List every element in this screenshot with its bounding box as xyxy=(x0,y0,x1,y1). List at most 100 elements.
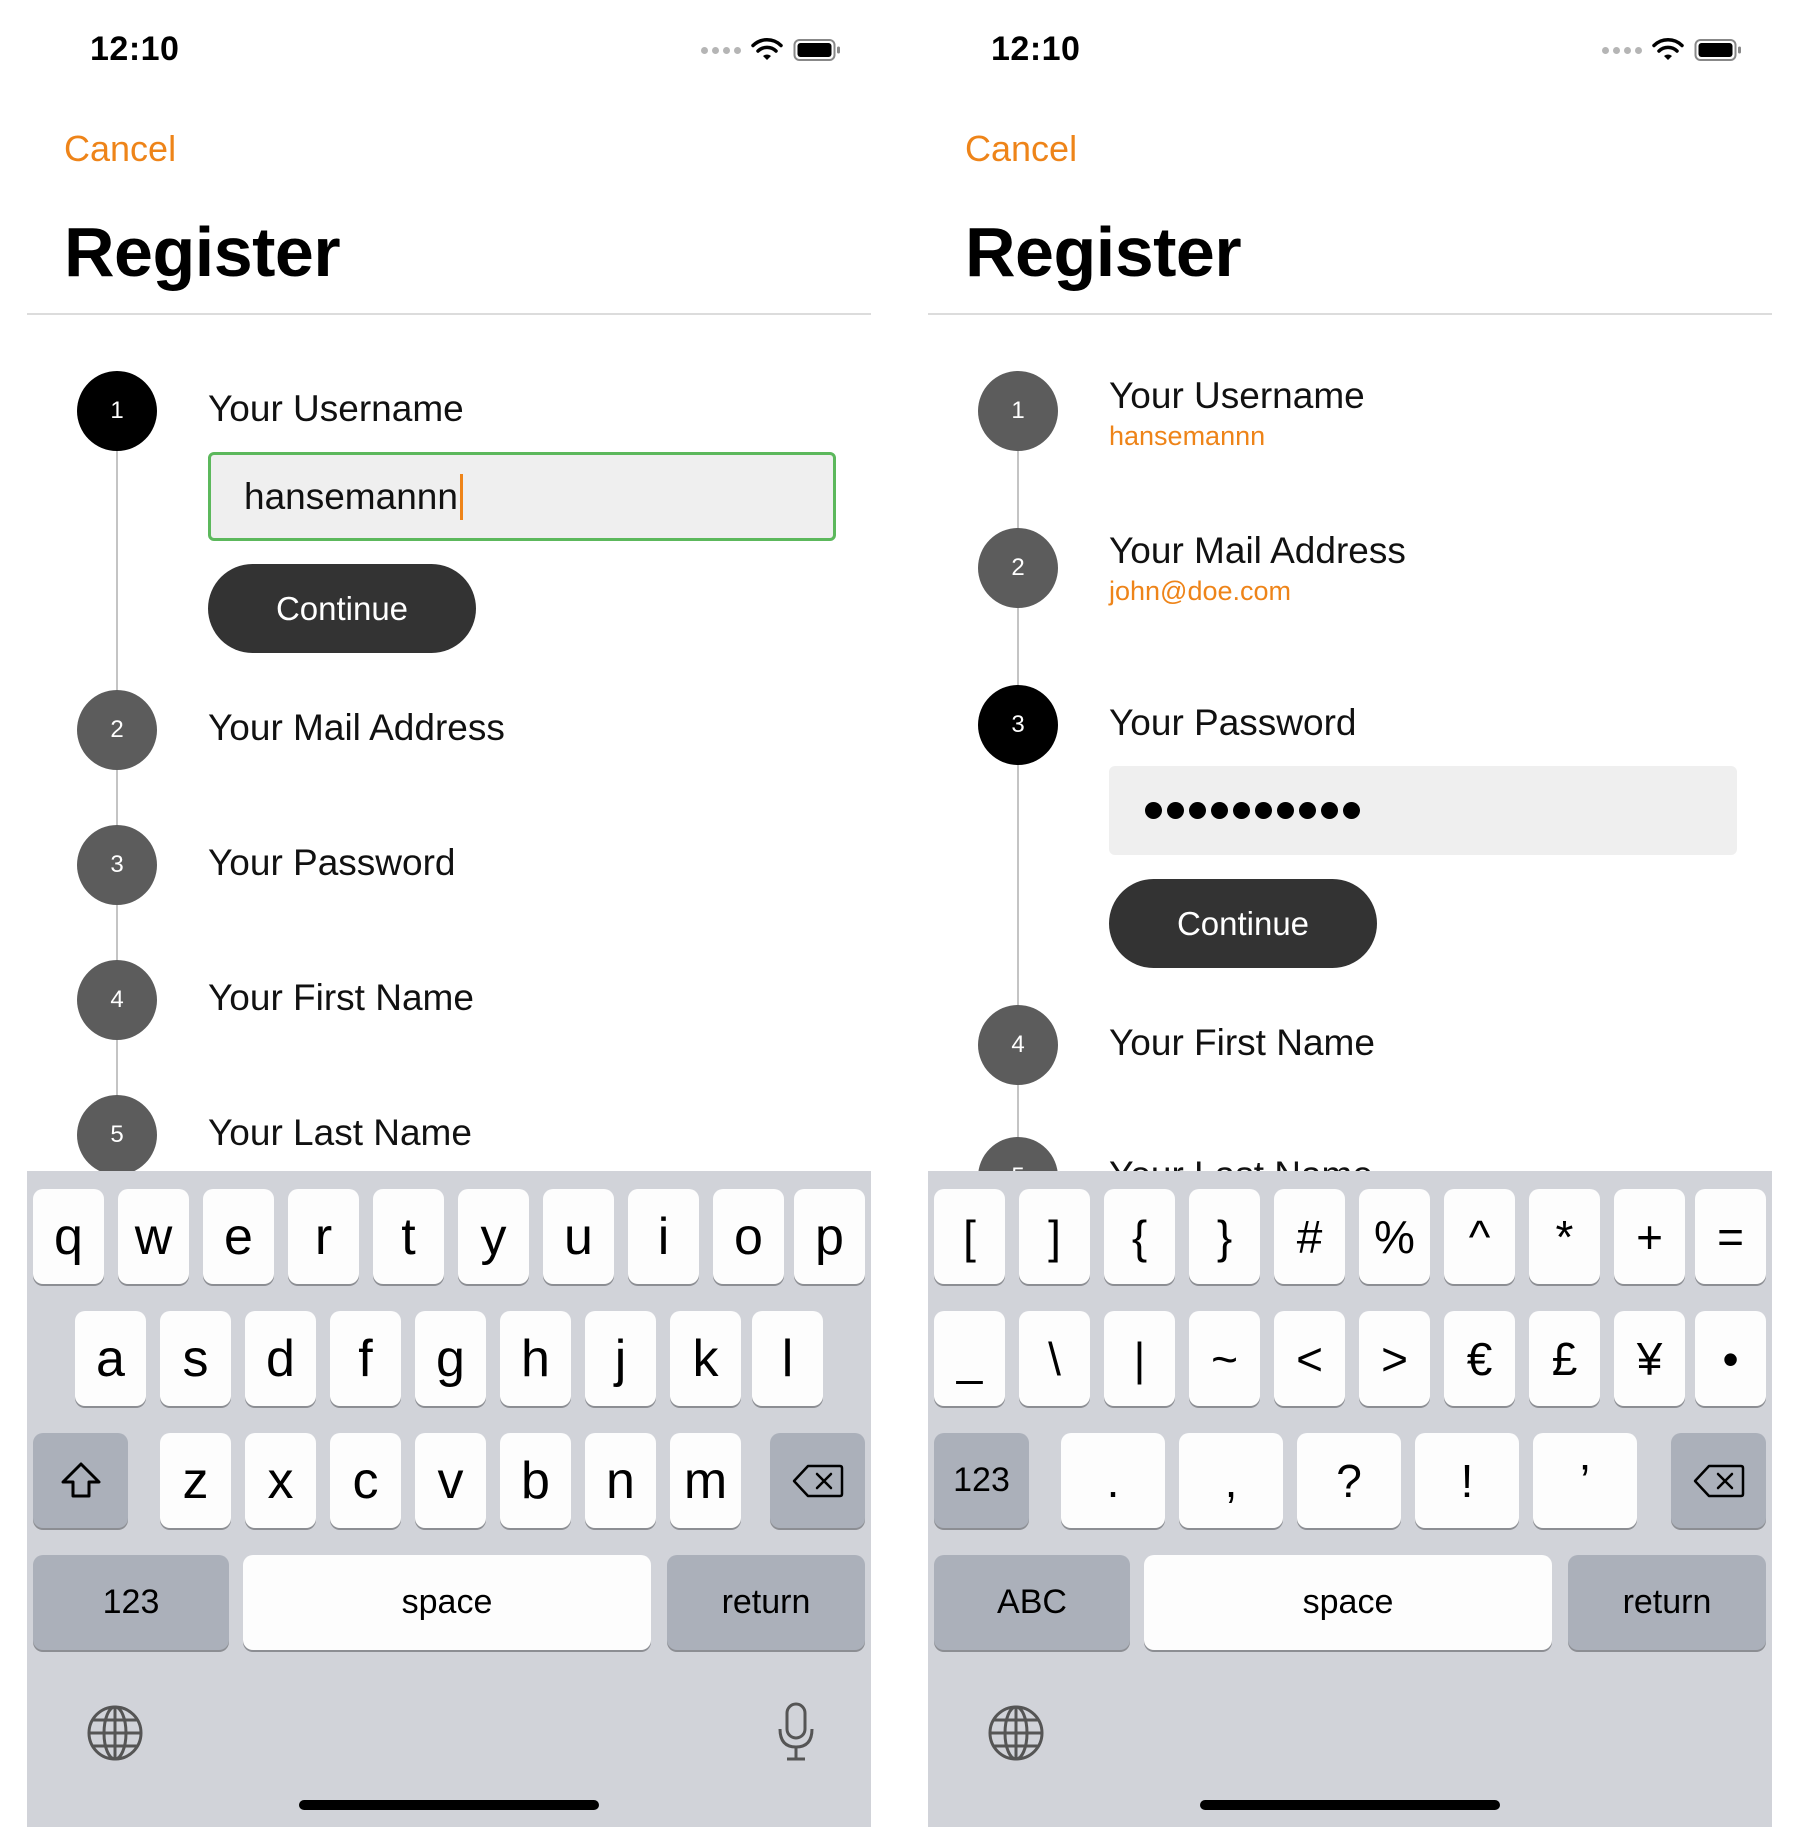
key-t[interactable]: t xyxy=(373,1189,444,1284)
key-caret[interactable]: ^ xyxy=(1444,1189,1515,1284)
cancel-button[interactable]: Cancel xyxy=(64,128,176,170)
key-period[interactable]: . xyxy=(1061,1433,1165,1528)
step-number-badge: 2 xyxy=(978,528,1058,608)
continue-button[interactable]: Continue xyxy=(1109,879,1377,968)
key-h[interactable]: h xyxy=(500,1311,571,1406)
key-u[interactable]: u xyxy=(543,1189,614,1284)
key-d[interactable]: d xyxy=(245,1311,316,1406)
key-bullet[interactable]: • xyxy=(1695,1311,1766,1406)
key-tilde[interactable]: ~ xyxy=(1189,1311,1260,1406)
key-underscore[interactable]: _ xyxy=(934,1311,1005,1406)
globe-icon[interactable] xyxy=(986,1703,1046,1763)
key-asterisk[interactable]: * xyxy=(1529,1189,1600,1284)
text-cursor xyxy=(459,473,463,520)
status-bar: 12:10 xyxy=(27,0,871,100)
step-value: hansemannn xyxy=(1109,421,1266,451)
key-apostrophe[interactable]: ’ xyxy=(1533,1433,1637,1528)
shift-key[interactable] xyxy=(33,1433,128,1528)
cellular-signal-icon xyxy=(1602,46,1642,54)
letters-mode-key[interactable]: ABC xyxy=(934,1555,1130,1650)
step-number-badge: 3 xyxy=(978,685,1058,765)
key-hash[interactable]: # xyxy=(1274,1189,1345,1284)
key-equals[interactable]: = xyxy=(1695,1189,1766,1284)
password-dot xyxy=(1233,802,1250,819)
key-euro[interactable]: € xyxy=(1444,1311,1515,1406)
phone-screen-username-step: 12:10 Cancel Register 1 Your Username ha… xyxy=(27,0,871,1827)
battery-icon xyxy=(793,39,840,61)
key-q[interactable]: q xyxy=(33,1189,104,1284)
key-p[interactable]: p xyxy=(794,1189,865,1284)
key-c[interactable]: c xyxy=(330,1433,401,1528)
key-m[interactable]: m xyxy=(670,1433,741,1528)
password-masked-value xyxy=(1145,802,1360,819)
delete-key[interactable] xyxy=(770,1433,865,1528)
key-greater-than[interactable]: > xyxy=(1359,1311,1430,1406)
key-l[interactable]: l xyxy=(752,1311,823,1406)
key-b[interactable]: b xyxy=(500,1433,571,1528)
key-o[interactable]: o xyxy=(713,1189,784,1284)
password-dot xyxy=(1277,802,1294,819)
key-e[interactable]: e xyxy=(203,1189,274,1284)
status-icons xyxy=(1602,36,1742,64)
return-key[interactable]: return xyxy=(667,1555,865,1650)
registration-stepper: 1 Your Username hansemannn 2 Your Mail A… xyxy=(928,316,1772,1176)
key-right-brace[interactable]: } xyxy=(1189,1189,1260,1284)
key-r[interactable]: r xyxy=(288,1189,359,1284)
password-dot xyxy=(1321,802,1338,819)
space-key[interactable]: space xyxy=(243,1555,651,1650)
key-k[interactable]: k xyxy=(670,1311,741,1406)
key-a[interactable]: a xyxy=(75,1311,146,1406)
key-g[interactable]: g xyxy=(415,1311,486,1406)
key-left-bracket[interactable]: [ xyxy=(934,1189,1005,1284)
password-dot xyxy=(1189,802,1206,819)
title-divider xyxy=(928,313,1772,315)
key-z[interactable]: z xyxy=(160,1433,231,1528)
key-pipe[interactable]: | xyxy=(1104,1311,1175,1406)
home-indicator xyxy=(299,1800,599,1810)
step-number-badge: 2 xyxy=(77,690,157,770)
password-dot xyxy=(1255,802,1272,819)
key-x[interactable]: x xyxy=(245,1433,316,1528)
delete-key[interactable] xyxy=(1671,1433,1766,1528)
password-input[interactable] xyxy=(1109,766,1737,855)
wifi-icon xyxy=(751,38,783,60)
return-key[interactable]: return xyxy=(1568,1555,1766,1650)
key-n[interactable]: n xyxy=(585,1433,656,1528)
key-right-bracket[interactable]: ] xyxy=(1019,1189,1090,1284)
home-indicator xyxy=(1200,1800,1500,1810)
keyboard-letters: q w e r t y u i o p a s d f g h j k l z … xyxy=(27,1171,871,1827)
key-backslash[interactable]: \ xyxy=(1019,1311,1090,1406)
microphone-icon[interactable] xyxy=(776,1701,816,1763)
space-key[interactable]: space xyxy=(1144,1555,1552,1650)
key-yen[interactable]: ¥ xyxy=(1614,1311,1685,1406)
password-dot xyxy=(1211,802,1228,819)
page-title: Register xyxy=(965,213,1242,291)
key-w[interactable]: w xyxy=(118,1189,189,1284)
key-pound[interactable]: £ xyxy=(1529,1311,1600,1406)
key-s[interactable]: s xyxy=(160,1311,231,1406)
username-input[interactable]: hansemannn xyxy=(208,452,836,541)
numbers-mode-key[interactable]: 123 xyxy=(934,1433,1029,1528)
key-v[interactable]: v xyxy=(415,1433,486,1528)
key-i[interactable]: i xyxy=(628,1189,699,1284)
key-plus[interactable]: + xyxy=(1614,1189,1685,1284)
stepper-connector-line xyxy=(116,396,118,1176)
key-j[interactable]: j xyxy=(585,1311,656,1406)
status-bar: 12:10 xyxy=(928,0,1772,100)
key-question[interactable]: ? xyxy=(1297,1433,1401,1528)
step-label: Your Username xyxy=(208,388,464,429)
key-less-than[interactable]: < xyxy=(1274,1311,1345,1406)
key-f[interactable]: f xyxy=(330,1311,401,1406)
numbers-mode-key[interactable]: 123 xyxy=(33,1555,229,1650)
key-y[interactable]: y xyxy=(458,1189,529,1284)
step-number-badge: 1 xyxy=(77,371,157,451)
cancel-button[interactable]: Cancel xyxy=(965,128,1077,170)
continue-button[interactable]: Continue xyxy=(208,564,476,653)
key-comma[interactable]: , xyxy=(1179,1433,1283,1528)
step-number-badge: 5 xyxy=(77,1095,157,1175)
key-left-brace[interactable]: { xyxy=(1104,1189,1175,1284)
step-label: Your First Name xyxy=(208,977,474,1018)
globe-icon[interactable] xyxy=(85,1703,145,1763)
key-percent[interactable]: % xyxy=(1359,1189,1430,1284)
key-exclamation[interactable]: ! xyxy=(1415,1433,1519,1528)
